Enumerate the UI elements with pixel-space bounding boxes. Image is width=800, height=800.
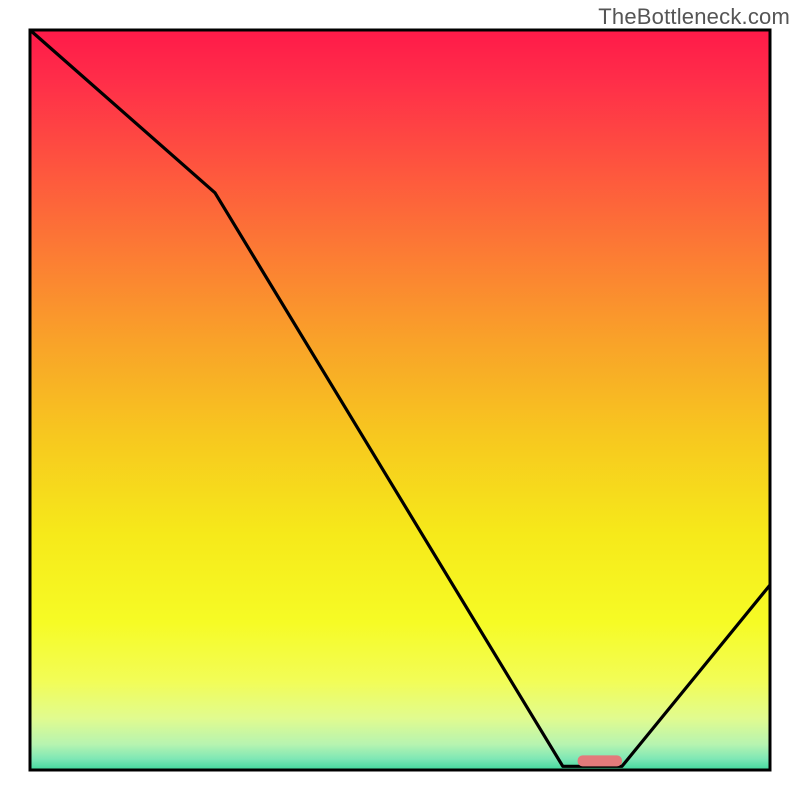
bottleneck-chart: [0, 0, 800, 800]
plot-background: [30, 30, 770, 770]
optimal-region-marker: [578, 755, 622, 766]
attribution-text: TheBottleneck.com: [598, 4, 790, 30]
